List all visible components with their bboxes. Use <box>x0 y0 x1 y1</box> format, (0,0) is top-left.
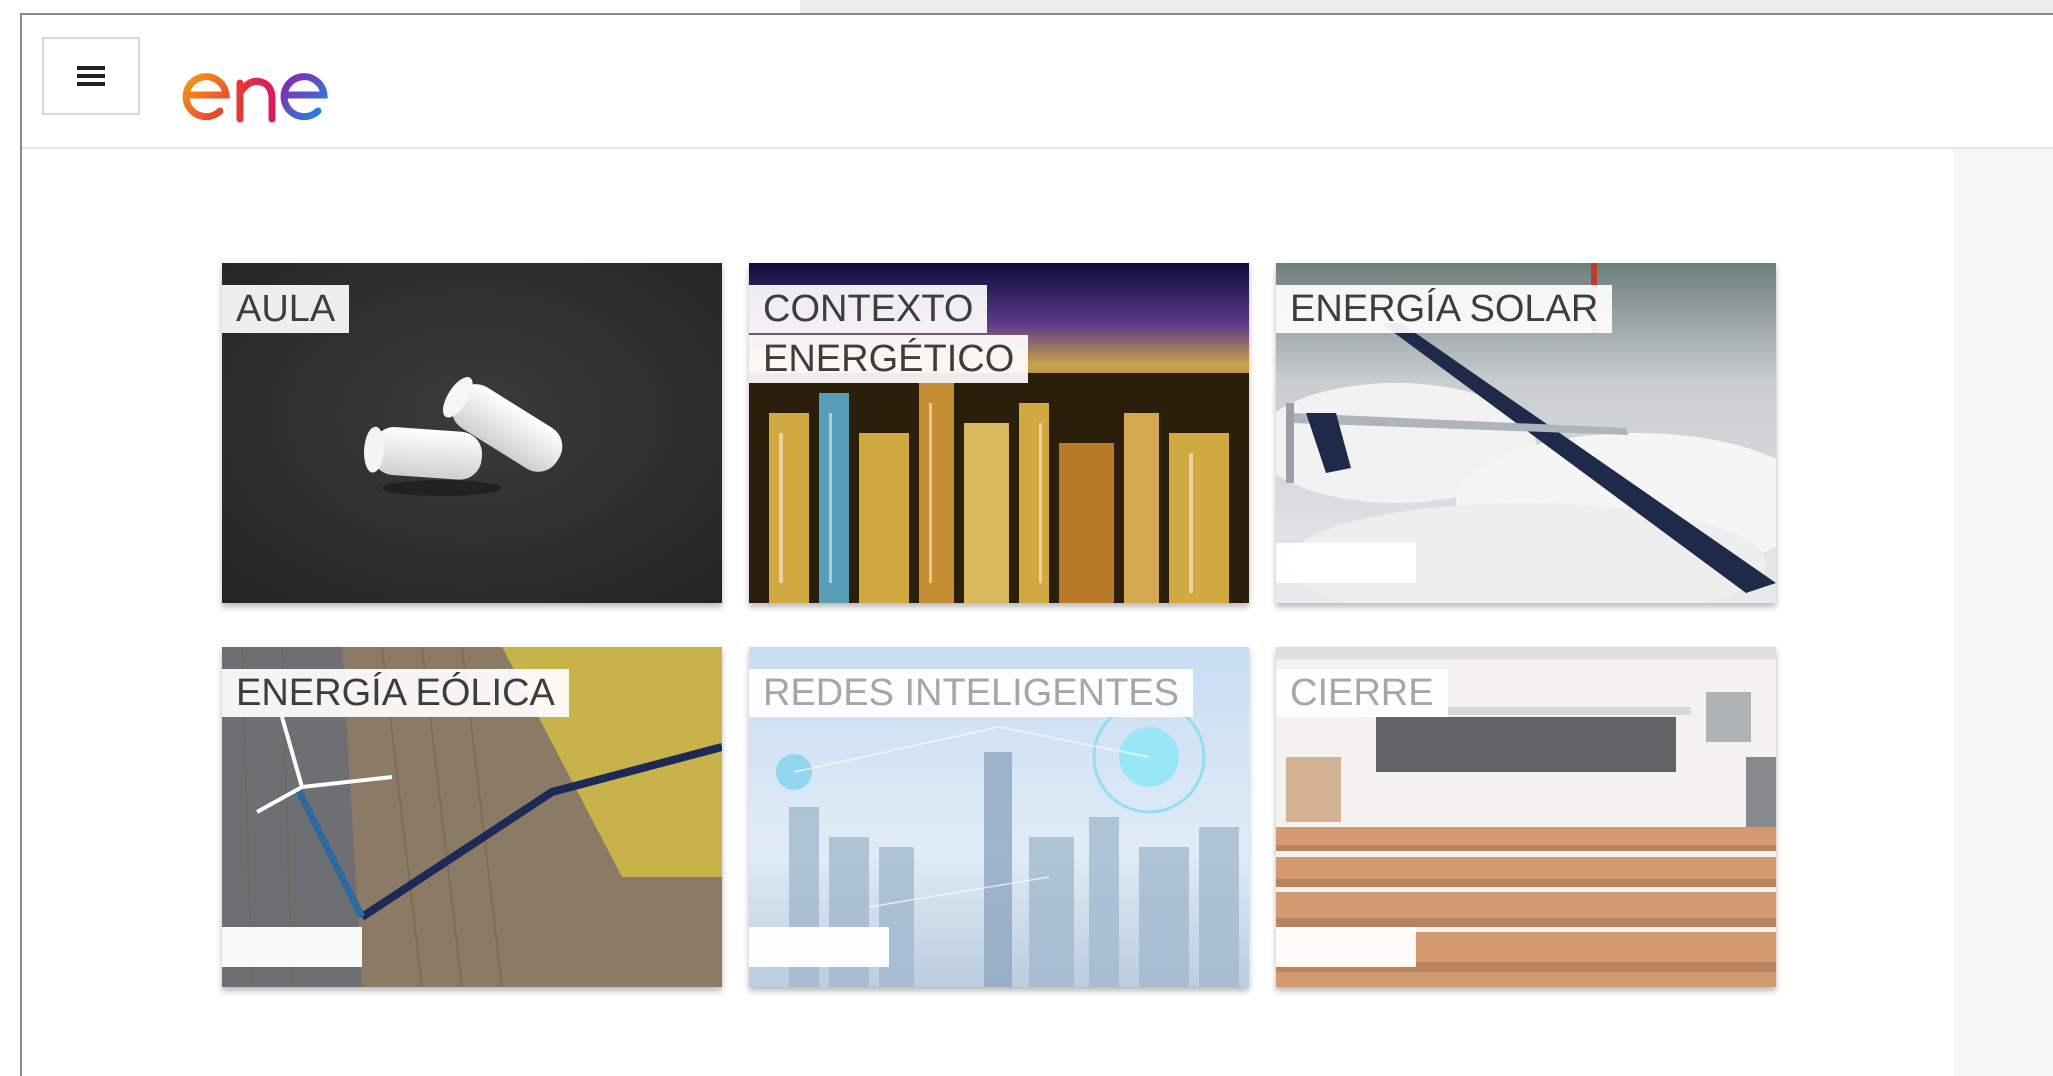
tile-eolica-title: ENERGÍA EÓLICA <box>222 669 569 717</box>
tile-contexto-title-line2: ENERGÉTICO <box>749 335 1029 383</box>
site-header <box>22 15 2053 149</box>
tile-redes-inteligentes[interactable]: REDES INTELIGENTES <box>749 647 1249 987</box>
menu-button[interactable] <box>42 37 140 115</box>
tile-energia-solar[interactable]: ENERGÍA SOLAR <box>1276 263 1776 603</box>
enel-logo <box>182 49 352 123</box>
tile-aula[interactable]: AULA <box>222 263 722 603</box>
top-strip <box>0 0 800 14</box>
tile-cierre-title: CIERRE <box>1276 669 1448 717</box>
course-window: AULA CONTEXTO ENERGÉTICO ENERGÍA SOLAR E… <box>20 13 2053 1076</box>
right-side-panel <box>1954 149 2053 1076</box>
tile-aula-title: AULA <box>222 285 350 333</box>
tile-redes-title: REDES INTELIGENTES <box>749 669 1193 717</box>
top-strip-grey <box>800 0 2053 14</box>
tile-solar-caption-bar <box>1276 543 1416 583</box>
tile-eolica-caption-bar <box>222 927 362 967</box>
tile-contexto-title-line1: CONTEXTO <box>749 285 988 333</box>
tile-cierre[interactable]: CIERRE <box>1276 647 1776 987</box>
tile-solar-title: ENERGÍA SOLAR <box>1276 285 1613 333</box>
tile-contexto-energetico[interactable]: CONTEXTO ENERGÉTICO <box>749 263 1249 603</box>
app-frame: AULA CONTEXTO ENERGÉTICO ENERGÍA SOLAR E… <box>0 0 2053 1076</box>
hamburger-icon <box>77 66 105 86</box>
tile-redes-caption-bar <box>749 927 889 967</box>
tile-cierre-caption-bar <box>1276 927 1416 967</box>
tile-energia-eolica[interactable]: ENERGÍA EÓLICA <box>222 647 722 987</box>
